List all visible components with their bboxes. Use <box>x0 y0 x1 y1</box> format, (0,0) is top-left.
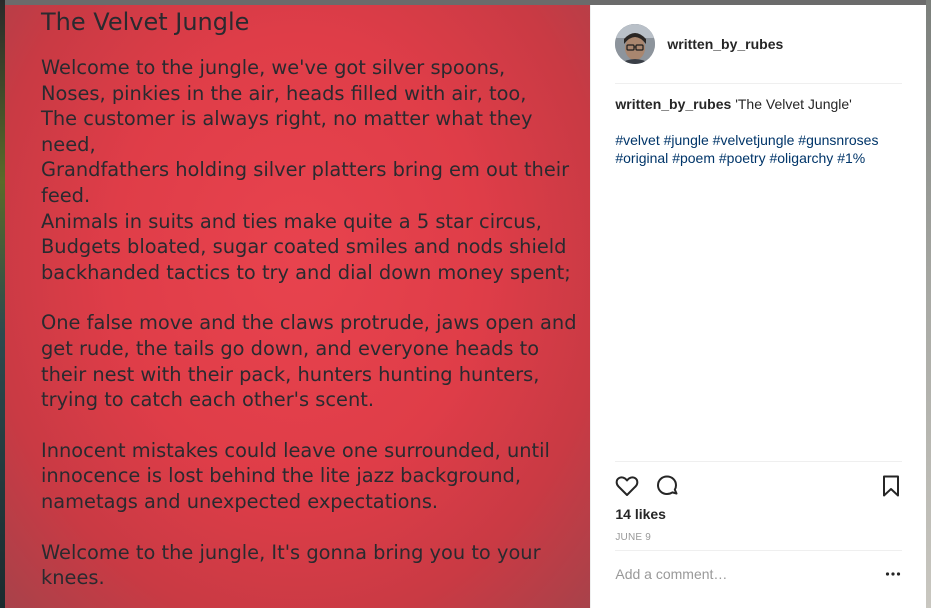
comment-bubble-icon <box>657 475 678 495</box>
poem-stanza-2: One false move and the claws protrude, j… <box>41 311 577 412</box>
poem-stanza-3: Innocent mistakes could leave one surrou… <box>41 438 550 513</box>
poem-text-image: The Velvet Jungle Welcome to the jungle,… <box>41 5 581 608</box>
post-image[interactable]: The Velvet Jungle Welcome to the jungle,… <box>5 5 591 608</box>
poem-stanza-4: Welcome to the jungle, It's gonna bring … <box>41 540 541 590</box>
hashtag[interactable]: #oligarchy <box>769 150 833 166</box>
post-actions: 14 likes JUNE 9 <box>613 461 905 602</box>
save-button[interactable] <box>877 472 905 500</box>
caption-title: 'The Velvet Jungle' <box>735 96 852 112</box>
avatar-photo <box>615 24 656 64</box>
post-sidebar: written_by_rubes written_by_rubes 'The V… <box>590 5 926 608</box>
like-count[interactable]: 14 likes <box>615 506 666 522</box>
author-username[interactable]: written_by_rubes <box>667 36 783 52</box>
hashtag[interactable]: #poem <box>672 150 715 166</box>
comment-button[interactable] <box>653 472 681 500</box>
hashtag[interactable]: #original <box>615 150 668 166</box>
comment-section <box>615 550 903 601</box>
post-caption: written_by_rubes 'The Velvet Jungle' #ve… <box>615 95 902 167</box>
hashtag[interactable]: #gunsnroses <box>798 132 878 148</box>
hashtag[interactable]: #jungle <box>664 132 709 148</box>
backdrop-right-edge <box>926 0 931 608</box>
bookmark-icon <box>883 475 900 497</box>
caption-username[interactable]: written_by_rubes <box>615 96 731 112</box>
poem-title: The Velvet Jungle <box>41 8 250 36</box>
action-icon-row <box>613 472 905 502</box>
comment-input[interactable] <box>615 563 866 585</box>
hashtag[interactable]: #poetry <box>719 150 766 166</box>
like-button[interactable] <box>613 472 641 500</box>
hashtag[interactable]: #1% <box>837 150 865 166</box>
hashtag[interactable]: #velvet <box>615 132 659 148</box>
more-options-icon <box>886 572 901 576</box>
post-date[interactable]: JUNE 9 <box>615 532 651 543</box>
more-options-button[interactable] <box>884 565 902 583</box>
heart-icon <box>616 476 639 496</box>
hashtag-list: #velvet #jungle #velvetjungle #gunsnrose… <box>615 131 902 167</box>
poem-stanza-1: Welcome to the jungle, we've got silver … <box>41 56 571 284</box>
hashtag[interactable]: #velvetjungle <box>713 132 795 148</box>
post-modal: The Velvet Jungle Welcome to the jungle,… <box>5 5 926 608</box>
post-header: written_by_rubes <box>615 23 903 84</box>
avatar[interactable] <box>615 24 656 64</box>
